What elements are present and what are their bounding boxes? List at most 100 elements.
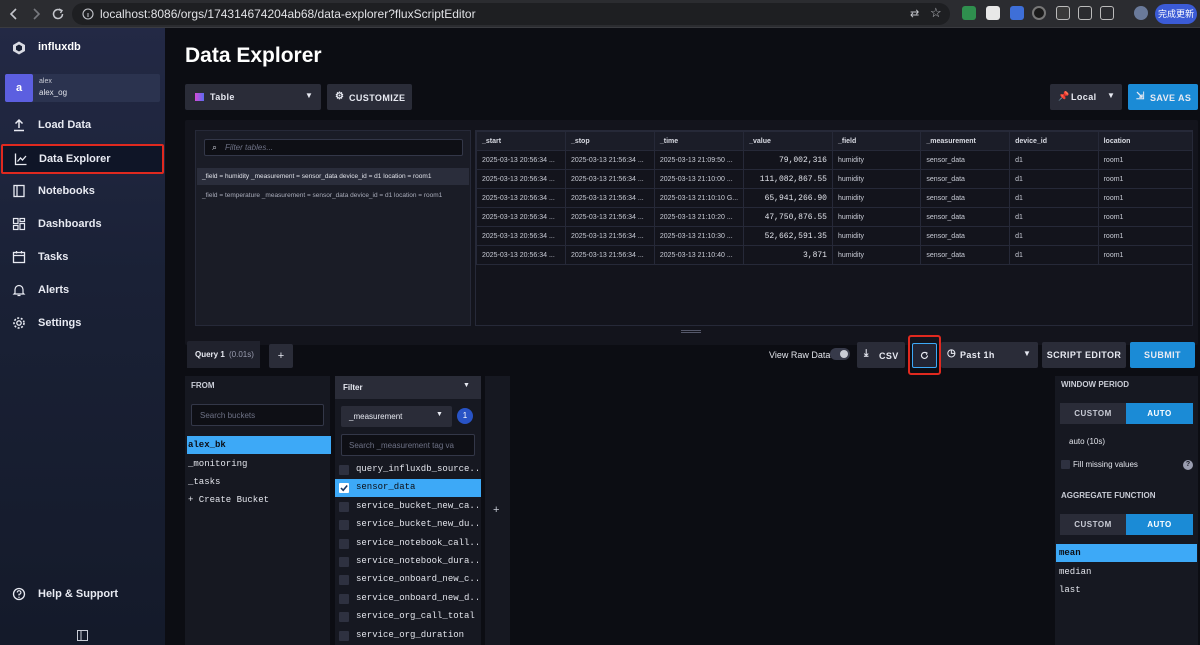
aggregate-custom-button[interactable]: CUSTOM [1060, 514, 1126, 535]
aggregate-function-item[interactable]: median [1056, 563, 1197, 581]
extension-a-icon[interactable] [986, 6, 1000, 20]
resize-handle[interactable] [681, 330, 701, 333]
column-header[interactable]: _measurement [920, 131, 1011, 151]
column-header[interactable]: _time [653, 131, 745, 151]
query-tab-label: Query 1 [195, 350, 225, 359]
checkbox-icon[interactable] [339, 593, 349, 604]
customize-button[interactable]: ⚙ CUSTOMIZE [327, 84, 412, 110]
site-info-icon[interactable] [82, 8, 94, 20]
nav-load-data[interactable]: Load Data [0, 111, 165, 141]
tag-value-search-input[interactable]: Search _measurement tag va [341, 434, 475, 456]
table-list-item-selected[interactable]: _field = humidity _measurement = sensor_… [197, 168, 469, 185]
extension-window-icon[interactable] [1078, 6, 1092, 20]
csv-download-button[interactable]: ⤓ CSV [857, 342, 905, 368]
add-filter-column[interactable]: + [485, 376, 510, 645]
create-bucket-button[interactable]: + Create Bucket [187, 491, 331, 509]
browser-update-button[interactable]: 完成更新 [1155, 4, 1197, 24]
checkbox-icon[interactable] [339, 630, 349, 641]
column-header[interactable]: _value [743, 131, 833, 151]
tag-value-label: service_bucket_new_du... [356, 519, 478, 530]
nav-alerts[interactable]: Alerts [0, 276, 165, 306]
aggregate-auto-button[interactable]: AUTO [1126, 514, 1193, 535]
forward-icon[interactable] [28, 6, 44, 22]
script-editor-button[interactable]: SCRIPT EDITOR [1042, 342, 1126, 368]
filter-type-dropdown[interactable]: Filter ▼ [335, 376, 481, 399]
tag-value-item[interactable]: service_bucket_new_ca... [335, 498, 481, 516]
bucket-item[interactable]: alex_bk [187, 436, 331, 454]
nav-help-support[interactable]: Help & Support [0, 580, 165, 610]
tag-value-item[interactable]: service_notebook_dura... [335, 553, 481, 571]
translate-icon[interactable]: ⇄ [910, 7, 924, 21]
table-cell: 2025-03-13 20:56:34 ... [476, 207, 566, 227]
tag-value-item[interactable]: query_influxdb_source... [335, 461, 481, 479]
time-range-dropdown[interactable]: ◷ Past 1h ▼ [941, 342, 1038, 368]
nav-data-explorer[interactable]: Data Explorer [1, 144, 164, 174]
tag-value-item[interactable]: service_org_call_total [335, 608, 481, 626]
add-query-button[interactable]: + [269, 344, 293, 368]
save-as-button[interactable]: ⇲ SAVE AS [1128, 84, 1198, 110]
reload-icon[interactable] [50, 6, 66, 22]
bucket-item[interactable]: _tasks [187, 473, 331, 491]
table-cell: d1 [1009, 245, 1099, 265]
tag-value-item[interactable]: service_bucket_new_du... [335, 516, 481, 534]
add-filter-button[interactable]: + [493, 504, 499, 516]
view-raw-data-toggle[interactable] [830, 348, 850, 360]
extension-box-icon[interactable] [1056, 6, 1070, 20]
checkbox-icon[interactable] [339, 501, 349, 512]
aggregate-function-item[interactable]: mean [1056, 544, 1197, 562]
window-custom-button[interactable]: CUSTOM [1060, 403, 1126, 424]
tag-value-item[interactable]: sensor_data [335, 479, 481, 498]
chart-icon [14, 152, 28, 166]
extensions-puzzle-icon[interactable] [1100, 6, 1114, 20]
query-tab[interactable]: Query 1 (0.01s) [187, 341, 260, 368]
column-header[interactable]: device_id [1009, 131, 1099, 151]
column-header[interactable]: location [1097, 131, 1192, 151]
column-header[interactable]: _field [831, 131, 922, 151]
extension-translate-icon[interactable] [1010, 6, 1024, 20]
checkbox-icon[interactable] [339, 612, 349, 623]
back-icon[interactable] [6, 6, 22, 22]
tag-value-item[interactable]: service_onboard_new_d... [335, 590, 481, 608]
window-auto-button[interactable]: AUTO [1126, 403, 1193, 424]
refresh-button[interactable] [912, 343, 937, 368]
gear-icon [12, 316, 26, 330]
submit-button[interactable]: SUBMIT [1130, 342, 1195, 368]
tag-value-list: query_influxdb_source... sensor_data servi… [335, 461, 481, 645]
bucket-item[interactable]: _monitoring [187, 455, 331, 473]
filter-tables-input[interactable]: ⌕ Filter tables... [204, 139, 463, 156]
profile-avatar-icon[interactable] [1134, 6, 1148, 20]
column-header[interactable]: _start [476, 131, 566, 151]
checkbox-checked-icon[interactable] [339, 483, 349, 494]
influxdb-logo-icon[interactable] [12, 41, 26, 55]
table-cell: 2025-03-13 20:56:34 ... [476, 188, 566, 208]
user-org-switcher[interactable]: a alex alex_og [5, 74, 160, 102]
nav-notebooks[interactable]: Notebooks [0, 177, 165, 207]
collapse-sidebar-icon[interactable] [77, 630, 88, 641]
nav-dashboards[interactable]: Dashboards [0, 210, 165, 240]
aggregate-function-item[interactable]: last [1056, 581, 1197, 599]
checkbox-icon[interactable] [339, 465, 349, 475]
tag-value-item[interactable]: service_notebook_call... [335, 535, 481, 553]
checkbox-icon[interactable] [339, 520, 349, 531]
tag-value-item[interactable]: service_onboard_new_c... [335, 571, 481, 589]
page-title: Data Explorer [185, 44, 322, 67]
tag-key-dropdown[interactable]: _measurement ▼ [341, 406, 452, 427]
checkbox-icon[interactable] [339, 575, 349, 586]
column-header[interactable]: _stop [564, 131, 655, 151]
checkbox-icon[interactable] [339, 538, 349, 549]
timezone-dropdown[interactable]: 📌 Local ▼ [1050, 84, 1122, 110]
extension-circle-icon[interactable] [1032, 6, 1046, 20]
table-list-item[interactable]: _field = temperature _measurement = sens… [197, 187, 469, 204]
extension-sheets-icon[interactable] [962, 6, 976, 20]
fill-missing-checkbox[interactable] [1061, 460, 1070, 469]
address-bar[interactable]: localhost:8086/orgs/174314674204ab68/dat… [72, 3, 950, 25]
nav-label: Tasks [38, 251, 69, 263]
search-buckets-input[interactable]: Search buckets [191, 404, 324, 426]
nav-tasks[interactable]: Tasks [0, 243, 165, 273]
checkbox-icon[interactable] [339, 557, 349, 567]
help-icon[interactable]: ? [1183, 460, 1193, 470]
bookmark-star-icon[interactable]: ☆ [930, 5, 944, 20]
tag-value-item[interactable]: service_org_duration [335, 627, 481, 645]
nav-settings[interactable]: Settings [0, 309, 165, 339]
visualization-type-dropdown[interactable]: Table ▼ [185, 84, 321, 110]
